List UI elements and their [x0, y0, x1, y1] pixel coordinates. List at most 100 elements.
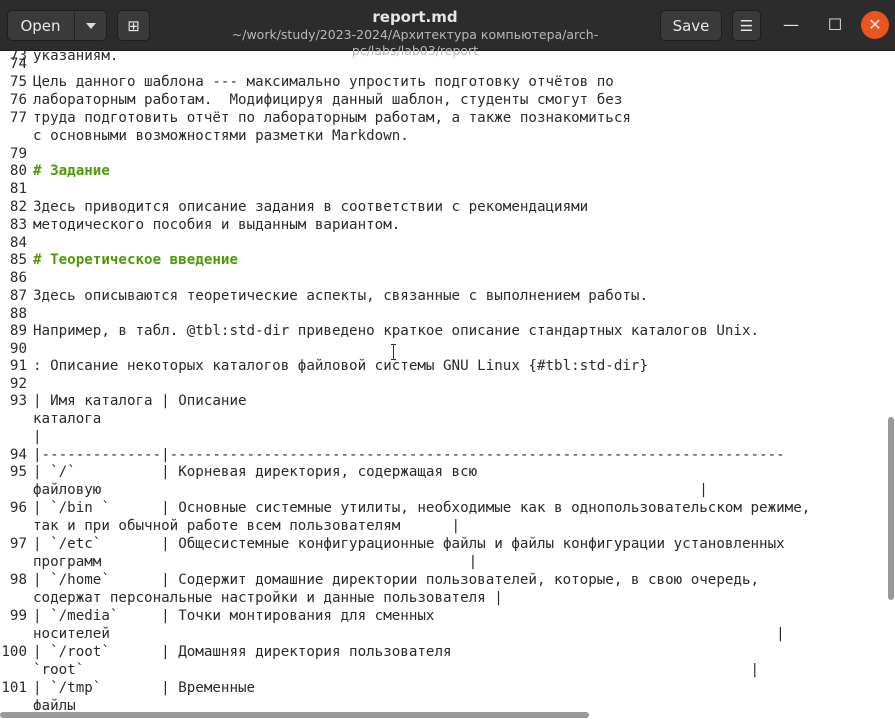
- open-button[interactable]: Open: [8, 11, 73, 40]
- line-text: носителей |: [33, 626, 785, 642]
- editor-line[interactable]: каталога: [0, 410, 101, 428]
- line-text: Здесь описываются теоретические аспекты,…: [33, 288, 648, 304]
- horizontal-scrollbar[interactable]: [0, 712, 589, 718]
- editor-line[interactable]: 89 Например, в табл. @tbl:std-dir приведе…: [0, 322, 759, 340]
- editor-line[interactable]: 88: [0, 305, 33, 323]
- editor-line[interactable]: 101 | `/tmp` | Временные: [0, 679, 255, 697]
- new-tab-button[interactable]: ⊞: [117, 10, 150, 41]
- editor-line[interactable]: 84: [0, 234, 33, 252]
- close-icon: ✕: [868, 15, 882, 34]
- line-number: 83: [9, 217, 27, 233]
- close-button[interactable]: ✕: [861, 11, 889, 39]
- minimize-button[interactable]: —: [777, 11, 805, 39]
- minimize-icon: —: [783, 15, 799, 34]
- maximize-icon: ☐: [827, 15, 843, 34]
- editor-line[interactable]: 86: [0, 269, 33, 287]
- line-number: 95: [9, 464, 27, 480]
- line-number: 99: [9, 608, 27, 624]
- editor-line[interactable]: 75 Цель данного шаблона --- максимально у…: [0, 73, 614, 91]
- line-number: 77: [9, 110, 27, 126]
- line-number: 81: [9, 181, 27, 197]
- editor-line[interactable]: 77 труда подготовить отчёт по лабораторны…: [0, 109, 631, 127]
- line-text: программ |: [33, 554, 478, 570]
- line-text: файлы: [33, 698, 76, 710]
- vertical-scrollbar[interactable]: [888, 417, 894, 600]
- line-text: Например, в табл. @tbl:std-dir приведено…: [33, 323, 760, 339]
- line-text: : Описание некоторых каталогов файловой …: [33, 358, 648, 374]
- menu-button[interactable]: ☰: [732, 10, 761, 41]
- editor-line[interactable]: 80 # Задание: [0, 162, 110, 180]
- line-text: | `/bin ` | Основные системные утилиты, …: [33, 500, 811, 516]
- line-text: | `/tmp` | Временные: [33, 680, 256, 696]
- line-number: 91: [9, 358, 27, 374]
- editor-line[interactable]: 90: [0, 340, 33, 358]
- editor-line[interactable]: 74: [0, 55, 33, 73]
- editor-line[interactable]: 76 лабораторным работам. Модифицируя данн…: [0, 91, 622, 109]
- open-button-group: Open: [7, 10, 107, 41]
- line-text: труда подготовить отчёт по лабораторным …: [33, 110, 631, 126]
- line-text: Цель данного шаблона --- максимально упр…: [33, 74, 614, 90]
- line-text: лабораторным работам. Модифицируя данный…: [33, 92, 623, 108]
- editor-line[interactable]: 92: [0, 375, 33, 393]
- maximize-button[interactable]: ☐: [821, 11, 849, 39]
- line-number: 100: [1, 644, 27, 660]
- editor-line[interactable]: 100 | `/root` | Домашняя директория польз…: [0, 643, 452, 661]
- line-number: 76: [9, 92, 27, 108]
- line-text: | `/media` | Точки монтирования для смен…: [33, 608, 435, 624]
- editor-line[interactable]: носителей |: [0, 625, 785, 643]
- line-number: 101: [1, 680, 27, 696]
- header-bar: Open ⊞ report.md ~/work/study/2023-2024/…: [0, 0, 895, 58]
- line-number: 74: [9, 56, 27, 72]
- line-number: 85: [9, 252, 27, 268]
- line-text: файловую |: [33, 482, 708, 498]
- line-text: так и при обычной работе всем пользовате…: [33, 518, 461, 534]
- markdown-heading: # Теоретическое введение: [33, 252, 238, 268]
- line-number: 75: [9, 74, 27, 90]
- line-number: 94: [9, 447, 27, 463]
- line-number: 98: [9, 572, 27, 588]
- editor-line[interactable]: 79: [0, 145, 33, 163]
- editor-line[interactable]: так и при обычной работе всем пользовате…: [0, 517, 460, 535]
- line-text: | `/root` | Домашняя директория пользова…: [33, 644, 452, 660]
- line-number: 86: [9, 270, 27, 286]
- editor-line[interactable]: 82 Здесь приводится описание задания в со…: [0, 198, 588, 216]
- line-number: 93: [9, 393, 27, 409]
- line-number: 89: [9, 323, 27, 339]
- line-number: 80: [9, 163, 27, 179]
- line-text: |--------------|------------------------…: [33, 447, 785, 463]
- editor-line[interactable]: файлы: [0, 697, 76, 710]
- text-cursor-icon: [391, 344, 397, 360]
- editor-line[interactable]: 85 # Теоретическое введение: [0, 251, 238, 269]
- text-editor[interactable]: 73 указаниям. 74 75 Цель данного шаблона ---…: [0, 50, 888, 710]
- editor-line[interactable]: 98 | `/home` | Содержит домашние директор…: [0, 571, 759, 589]
- editor-line[interactable]: 83 методического пособия и выданным вариа…: [0, 216, 400, 234]
- open-recent-dropdown-button[interactable]: [75, 11, 107, 40]
- line-text: | `/` | Корневая директория, содержащая …: [33, 464, 478, 480]
- line-number: 84: [9, 235, 27, 251]
- editor-line[interactable]: программ |: [0, 553, 477, 571]
- editor-line[interactable]: 95 | `/` | Корневая директория, содержаща…: [0, 463, 477, 481]
- editor-line[interactable]: 96 | `/bin ` | Основные системные утилиты…: [0, 499, 810, 517]
- line-text: | `/etc` | Общесистемные конфигурационны…: [33, 536, 785, 552]
- editor-line[interactable]: с основными возможностями разметки Markd…: [0, 127, 409, 145]
- editor-line[interactable]: 93 | Имя каталога | Описание: [0, 392, 247, 410]
- markdown-heading: # Задание: [33, 163, 110, 179]
- line-text: методического пособия и выданным вариант…: [33, 217, 401, 233]
- line-number: 90: [9, 341, 27, 357]
- editor-line[interactable]: 91 : Описание некоторых каталогов файлово…: [0, 357, 648, 375]
- line-text: содержат персональные настройки и данные…: [33, 590, 503, 606]
- editor-line[interactable]: 99 | `/media` | Точки монтирования для см…: [0, 607, 435, 625]
- editor-line[interactable]: файловую |: [0, 481, 708, 499]
- line-text: указаниям.: [33, 50, 119, 64]
- editor-line[interactable]: |: [0, 428, 42, 446]
- editor-line[interactable]: `root` |: [0, 661, 759, 679]
- save-button[interactable]: Save: [660, 10, 722, 41]
- editor-line[interactable]: содержат персональные настройки и данные…: [0, 589, 503, 607]
- editor-line[interactable]: 81: [0, 180, 33, 198]
- editor-line[interactable]: 87 Здесь описываются теоретические аспект…: [0, 287, 648, 305]
- line-text: | `/home` | Содержит домашние директории…: [33, 572, 760, 588]
- editor-line[interactable]: 97 | `/etc` | Общесистемные конфигурацион…: [0, 535, 785, 553]
- hamburger-icon: ☰: [739, 17, 754, 35]
- editor-line[interactable]: 94 |--------------|----------------------…: [0, 446, 785, 464]
- document-title: report.md: [372, 8, 458, 26]
